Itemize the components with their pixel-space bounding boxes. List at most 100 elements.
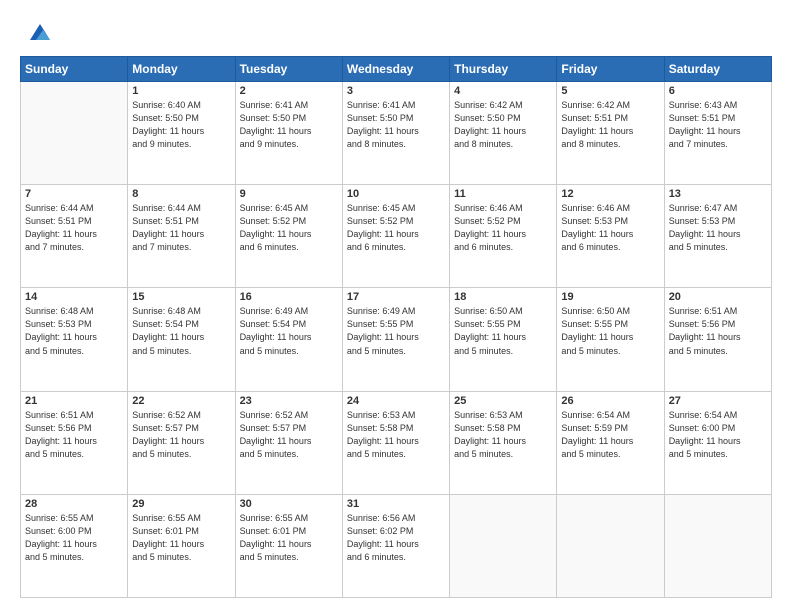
page: SundayMondayTuesdayWednesdayThursdayFrid… — [0, 0, 792, 612]
day-info: Sunrise: 6:52 AM Sunset: 5:57 PM Dayligh… — [240, 409, 338, 461]
day-number: 11 — [454, 188, 552, 200]
day-number: 21 — [25, 395, 123, 407]
weekday-header-thursday: Thursday — [450, 57, 557, 82]
day-info: Sunrise: 6:45 AM Sunset: 5:52 PM Dayligh… — [347, 202, 445, 254]
weekday-header-wednesday: Wednesday — [342, 57, 449, 82]
day-number: 29 — [132, 498, 230, 510]
weekday-header-row: SundayMondayTuesdayWednesdayThursdayFrid… — [21, 57, 772, 82]
day-info: Sunrise: 6:54 AM Sunset: 6:00 PM Dayligh… — [669, 409, 767, 461]
day-info: Sunrise: 6:50 AM Sunset: 5:55 PM Dayligh… — [454, 305, 552, 357]
calendar-cell: 5 Sunrise: 6:42 AM Sunset: 5:51 PM Daylig… — [557, 82, 664, 185]
day-info: Sunrise: 6:46 AM Sunset: 5:52 PM Dayligh… — [454, 202, 552, 254]
day-info: Sunrise: 6:53 AM Sunset: 5:58 PM Dayligh… — [347, 409, 445, 461]
day-number: 2 — [240, 85, 338, 97]
day-info: Sunrise: 6:48 AM Sunset: 5:54 PM Dayligh… — [132, 305, 230, 357]
day-number: 18 — [454, 291, 552, 303]
day-info: Sunrise: 6:54 AM Sunset: 5:59 PM Dayligh… — [561, 409, 659, 461]
day-info: Sunrise: 6:55 AM Sunset: 6:01 PM Dayligh… — [240, 512, 338, 564]
day-info: Sunrise: 6:52 AM Sunset: 5:57 PM Dayligh… — [132, 409, 230, 461]
calendar-cell: 21 Sunrise: 6:51 AM Sunset: 5:56 PM Dayli… — [21, 391, 128, 494]
calendar-cell: 28Sunrise: 6:55 AM Sunset: 6:00 PM Dayli… — [21, 494, 128, 597]
weekday-header-tuesday: Tuesday — [235, 57, 342, 82]
week-row-1: 1 Sunrise: 6:40 AM Sunset: 5:50 PM Daylig… — [21, 82, 772, 185]
day-number: 25 — [454, 395, 552, 407]
day-info: Sunrise: 6:42 AM Sunset: 5:50 PM Dayligh… — [454, 99, 552, 151]
calendar-cell: 17 Sunrise: 6:49 AM Sunset: 5:55 PM Dayli… — [342, 288, 449, 391]
calendar-cell — [450, 494, 557, 597]
day-info: Sunrise: 6:55 AM Sunset: 6:00 PM Dayligh… — [25, 512, 123, 564]
calendar-cell: 2 Sunrise: 6:41 AM Sunset: 5:50 PM Daylig… — [235, 82, 342, 185]
day-info: Sunrise: 6:43 AM Sunset: 5:51 PM Dayligh… — [669, 99, 767, 151]
day-number: 15 — [132, 291, 230, 303]
weekday-header-sunday: Sunday — [21, 57, 128, 82]
day-number: 13 — [669, 188, 767, 200]
day-info: Sunrise: 6:45 AM Sunset: 5:52 PM Dayligh… — [240, 202, 338, 254]
logo-icon — [26, 18, 54, 46]
day-number: 27 — [669, 395, 767, 407]
day-number: 6 — [669, 85, 767, 97]
day-info: Sunrise: 6:49 AM Sunset: 5:55 PM Dayligh… — [347, 305, 445, 357]
calendar-cell: 25 Sunrise: 6:53 AM Sunset: 5:58 PM Dayli… — [450, 391, 557, 494]
day-number: 19 — [561, 291, 659, 303]
day-number: 14 — [25, 291, 123, 303]
calendar-cell — [557, 494, 664, 597]
day-info: Sunrise: 6:47 AM Sunset: 5:53 PM Dayligh… — [669, 202, 767, 254]
day-number: 5 — [561, 85, 659, 97]
calendar-cell: 19 Sunrise: 6:50 AM Sunset: 5:55 PM Dayli… — [557, 288, 664, 391]
calendar-cell: 15 Sunrise: 6:48 AM Sunset: 5:54 PM Dayli… — [128, 288, 235, 391]
calendar-cell: 14 Sunrise: 6:48 AM Sunset: 5:53 PM Dayli… — [21, 288, 128, 391]
calendar-cell: 30 Sunrise: 6:55 AM Sunset: 6:01 PM Dayli… — [235, 494, 342, 597]
day-info: Sunrise: 6:53 AM Sunset: 5:58 PM Dayligh… — [454, 409, 552, 461]
day-info: Sunrise: 6:48 AM Sunset: 5:53 PM Dayligh… — [25, 305, 123, 357]
day-info: Sunrise: 6:51 AM Sunset: 5:56 PM Dayligh… — [669, 305, 767, 357]
day-info: Sunrise: 6:50 AM Sunset: 5:55 PM Dayligh… — [561, 305, 659, 357]
day-info: Sunrise: 6:46 AM Sunset: 5:53 PM Dayligh… — [561, 202, 659, 254]
day-info: Sunrise: 6:51 AM Sunset: 5:56 PM Dayligh… — [25, 409, 123, 461]
day-info: Sunrise: 6:55 AM Sunset: 6:01 PM Dayligh… — [132, 512, 230, 564]
day-number: 3 — [347, 85, 445, 97]
week-row-3: 14 Sunrise: 6:48 AM Sunset: 5:53 PM Dayli… — [21, 288, 772, 391]
calendar-cell: 6 Sunrise: 6:43 AM Sunset: 5:51 PM Daylig… — [664, 82, 771, 185]
calendar-cell: 16 Sunrise: 6:49 AM Sunset: 5:54 PM Dayli… — [235, 288, 342, 391]
day-number: 12 — [561, 188, 659, 200]
calendar-cell — [664, 494, 771, 597]
header — [20, 18, 772, 46]
day-info: Sunrise: 6:49 AM Sunset: 5:54 PM Dayligh… — [240, 305, 338, 357]
day-info: Sunrise: 6:42 AM Sunset: 5:51 PM Dayligh… — [561, 99, 659, 151]
day-info: Sunrise: 6:41 AM Sunset: 5:50 PM Dayligh… — [240, 99, 338, 151]
calendar-cell: 4 Sunrise: 6:42 AM Sunset: 5:50 PM Daylig… — [450, 82, 557, 185]
calendar-table: SundayMondayTuesdayWednesdayThursdayFrid… — [20, 56, 772, 598]
day-number: 30 — [240, 498, 338, 510]
calendar-cell: 8 Sunrise: 6:44 AM Sunset: 5:51 PM Daylig… — [128, 185, 235, 288]
calendar-cell: 13 Sunrise: 6:47 AM Sunset: 5:53 PM Dayli… — [664, 185, 771, 288]
calendar-cell: 24 Sunrise: 6:53 AM Sunset: 5:58 PM Dayli… — [342, 391, 449, 494]
calendar-cell: 31Sunrise: 6:56 AM Sunset: 6:02 PM Dayli… — [342, 494, 449, 597]
day-number: 10 — [347, 188, 445, 200]
day-number: 9 — [240, 188, 338, 200]
day-number: 8 — [132, 188, 230, 200]
calendar-cell: 23 Sunrise: 6:52 AM Sunset: 5:57 PM Dayli… — [235, 391, 342, 494]
day-number: 16 — [240, 291, 338, 303]
day-number: 4 — [454, 85, 552, 97]
day-number: 23 — [240, 395, 338, 407]
day-info: Sunrise: 6:40 AM Sunset: 5:50 PM Dayligh… — [132, 99, 230, 151]
calendar-cell: 11 Sunrise: 6:46 AM Sunset: 5:52 PM Dayli… — [450, 185, 557, 288]
day-info: Sunrise: 6:56 AM Sunset: 6:02 PM Dayligh… — [347, 512, 445, 564]
calendar-cell: 26Sunrise: 6:54 AM Sunset: 5:59 PM Dayli… — [557, 391, 664, 494]
weekday-header-monday: Monday — [128, 57, 235, 82]
week-row-5: 28Sunrise: 6:55 AM Sunset: 6:00 PM Dayli… — [21, 494, 772, 597]
day-info: Sunrise: 6:44 AM Sunset: 5:51 PM Dayligh… — [25, 202, 123, 254]
calendar-cell: 18 Sunrise: 6:50 AM Sunset: 5:55 PM Dayli… — [450, 288, 557, 391]
day-number: 24 — [347, 395, 445, 407]
week-row-4: 21 Sunrise: 6:51 AM Sunset: 5:56 PM Dayli… — [21, 391, 772, 494]
calendar-cell: 22Sunrise: 6:52 AM Sunset: 5:57 PM Dayli… — [128, 391, 235, 494]
calendar-cell: 7Sunrise: 6:44 AM Sunset: 5:51 PM Daylig… — [21, 185, 128, 288]
day-number: 1 — [132, 85, 230, 97]
calendar-cell: 20Sunrise: 6:51 AM Sunset: 5:56 PM Dayli… — [664, 288, 771, 391]
day-number: 17 — [347, 291, 445, 303]
day-info: Sunrise: 6:44 AM Sunset: 5:51 PM Dayligh… — [132, 202, 230, 254]
calendar-cell: 10 Sunrise: 6:45 AM Sunset: 5:52 PM Dayli… — [342, 185, 449, 288]
logo — [20, 18, 54, 46]
calendar-cell — [21, 82, 128, 185]
calendar-cell: 9 Sunrise: 6:45 AM Sunset: 5:52 PM Daylig… — [235, 185, 342, 288]
